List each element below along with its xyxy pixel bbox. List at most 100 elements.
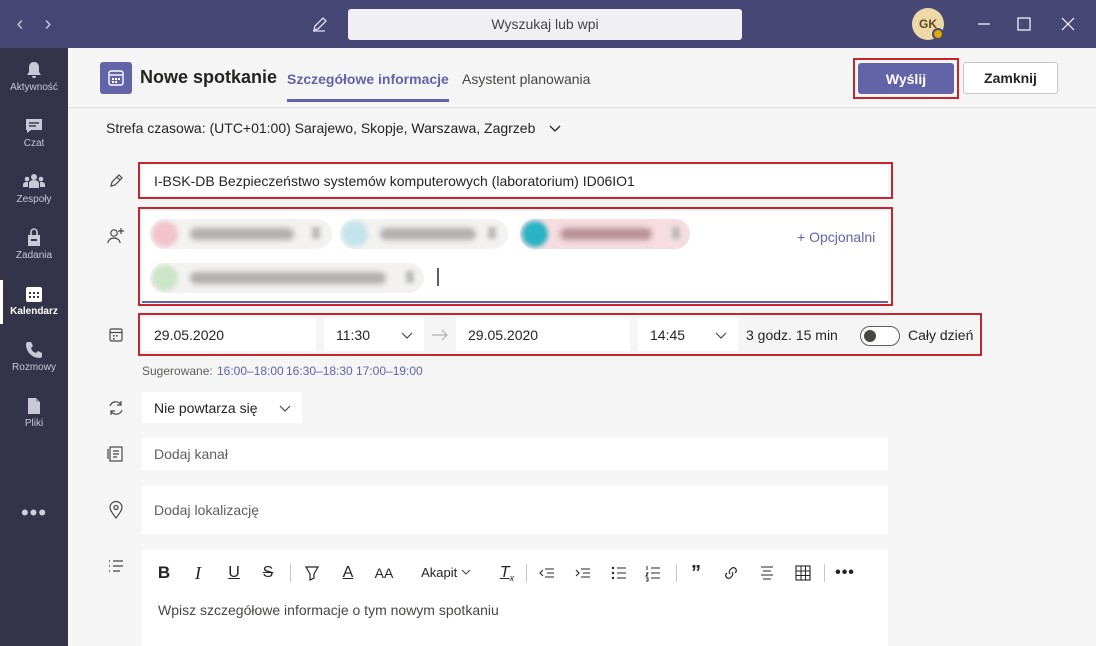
description-editor[interactable]: B I U S A AA Akapit Tx ” ••• Wpisz szcze… (142, 550, 888, 646)
rail-label: Zespoły (16, 194, 52, 205)
channel-icon (106, 444, 126, 464)
remove-icon[interactable] (312, 227, 320, 239)
rail-item-teams[interactable]: Zespoły (0, 162, 68, 218)
strikethrough-icon[interactable]: S (258, 562, 278, 584)
attendees-input[interactable] (142, 211, 888, 301)
title-value: I-BSK-DB Bezpieczeństwo systemów kompute… (154, 172, 635, 189)
minimize-icon[interactable] (974, 14, 994, 34)
suggested-label: Sugerowane: (142, 364, 213, 378)
bell-icon (27, 62, 41, 78)
start-time-dropdown[interactable]: 11:30 (324, 318, 424, 351)
add-attendee-icon (106, 226, 126, 246)
location-input[interactable]: Dodaj lokalizację (142, 486, 888, 534)
end-date-picker[interactable]: 29.05.2020 (456, 318, 630, 351)
rail-item-chat[interactable]: Czat (0, 106, 68, 162)
italic-icon[interactable]: I (188, 562, 208, 584)
underline-icon[interactable]: U (224, 562, 244, 584)
decrease-indent-icon[interactable] (536, 562, 558, 584)
search-input[interactable]: Wyszukaj lub wpi (348, 9, 742, 40)
rail-item-activity[interactable]: Aktywność (0, 50, 68, 106)
attendee-chip[interactable] (150, 263, 424, 293)
timezone-selector[interactable]: Strefa czasowa: (UTC+01:00) Sarajewo, Sk… (106, 120, 563, 136)
send-button-highlight: Wyślij (853, 58, 959, 99)
end-time-value: 14:45 (650, 326, 686, 343)
more-options-icon[interactable]: ••• (834, 562, 856, 584)
arrow-right-icon (432, 329, 448, 341)
tab-scheduling-assistant[interactable]: Asystent planowania (462, 71, 590, 87)
pencil-icon (106, 171, 126, 191)
tab-details[interactable]: Szczegółowe informacje (287, 71, 449, 102)
repeat-value: Nie powtarza się (154, 399, 258, 416)
highlight-icon[interactable] (302, 562, 322, 584)
font-color-icon[interactable]: A (338, 562, 358, 584)
teams-icon (23, 174, 45, 188)
description-icon (106, 557, 126, 577)
repeat-icon (106, 398, 126, 418)
close-window-icon[interactable] (1058, 14, 1078, 34)
rail-label: Pliki (24, 418, 44, 429)
back-arrow-icon[interactable]: ‹ (8, 12, 32, 36)
close-button[interactable]: Zamknij (963, 62, 1058, 94)
chevron-down-icon (549, 125, 561, 132)
location-icon (106, 500, 126, 520)
bullet-list-icon[interactable] (608, 562, 630, 584)
rail-label: Czat (23, 138, 45, 149)
rail-item-calendar[interactable]: Kalendarz (0, 274, 68, 330)
calendar-icon (26, 287, 42, 302)
start-time-value: 11:30 (336, 326, 370, 343)
all-day-toggle[interactable] (860, 326, 900, 346)
rail-label: Aktywność (10, 82, 58, 93)
duration-label: 3 godz. 15 min (746, 327, 838, 343)
attendee-chip[interactable] (340, 219, 508, 249)
meeting-header: Nowe spotkanie Szczegółowe informacje As… (68, 48, 1096, 108)
end-time-dropdown[interactable]: 14:45 (638, 318, 738, 351)
chevron-down-icon (715, 332, 727, 339)
start-date-picker[interactable]: 29.05.2020 (142, 318, 316, 351)
clear-format-icon[interactable]: Tx (496, 562, 518, 584)
link-icon[interactable] (720, 562, 742, 584)
location-placeholder: Dodaj lokalizację (154, 502, 260, 518)
repeat-dropdown[interactable]: Nie powtarza się (142, 392, 302, 423)
meeting-calendar-icon (100, 62, 132, 94)
channel-input[interactable]: Dodaj kanał (142, 438, 888, 470)
start-date-value: 29.05.2020 (154, 326, 225, 343)
remove-icon[interactable] (406, 271, 414, 283)
table-icon[interactable] (792, 562, 814, 584)
rail-item-assignments[interactable]: Zadania (0, 218, 68, 274)
rail-item-files[interactable]: Pliki (0, 386, 68, 442)
forward-arrow-icon[interactable]: › (36, 12, 60, 36)
font-size-icon[interactable]: AA (372, 562, 396, 584)
assignments-icon (28, 228, 40, 246)
channel-placeholder: Dodaj kanał (154, 446, 228, 462)
attendee-chip[interactable] (150, 219, 332, 249)
more-apps-icon[interactable]: ••• (0, 500, 68, 526)
bold-icon[interactable]: B (154, 562, 174, 584)
text-caret (437, 268, 439, 286)
rail-label: Rozmowy (12, 362, 56, 373)
status-badge (932, 28, 944, 40)
timezone-label: Strefa czasowa: (UTC+01:00) Sarajewo, Sk… (106, 120, 536, 136)
suggested-slot[interactable]: 16:00–18:00 (217, 364, 284, 378)
title-input[interactable]: I-BSK-DB Bezpieczeństwo systemów kompute… (142, 165, 888, 196)
send-button[interactable]: Wyślij (858, 63, 954, 94)
suggested-slot[interactable]: 16:30–18:30 (286, 364, 353, 378)
maximize-icon[interactable] (1014, 14, 1034, 34)
compose-icon[interactable] (308, 12, 332, 36)
remove-icon[interactable] (488, 227, 496, 239)
editor-placeholder: Wpisz szczegółowe informacje o tym nowym… (158, 602, 499, 618)
numbered-list-icon[interactable] (642, 562, 664, 584)
increase-indent-icon[interactable] (572, 562, 594, 584)
remove-icon[interactable] (672, 227, 680, 239)
phone-icon (26, 342, 42, 358)
rail-item-calls[interactable]: Rozmowy (0, 330, 68, 386)
suggested-slot[interactable]: 17:00–19:00 (356, 364, 423, 378)
chevron-down-icon (401, 332, 413, 339)
add-optional-link[interactable]: + Opcjonalni (797, 229, 875, 245)
align-icon[interactable] (756, 562, 778, 584)
quote-icon[interactable]: ” (686, 562, 706, 584)
page-title: Nowe spotkanie (140, 67, 278, 87)
attendee-chip[interactable] (520, 219, 690, 249)
rail-label: Zadania (15, 250, 53, 261)
chevron-down-icon (461, 569, 471, 575)
paragraph-dropdown[interactable]: Akapit (420, 562, 472, 584)
